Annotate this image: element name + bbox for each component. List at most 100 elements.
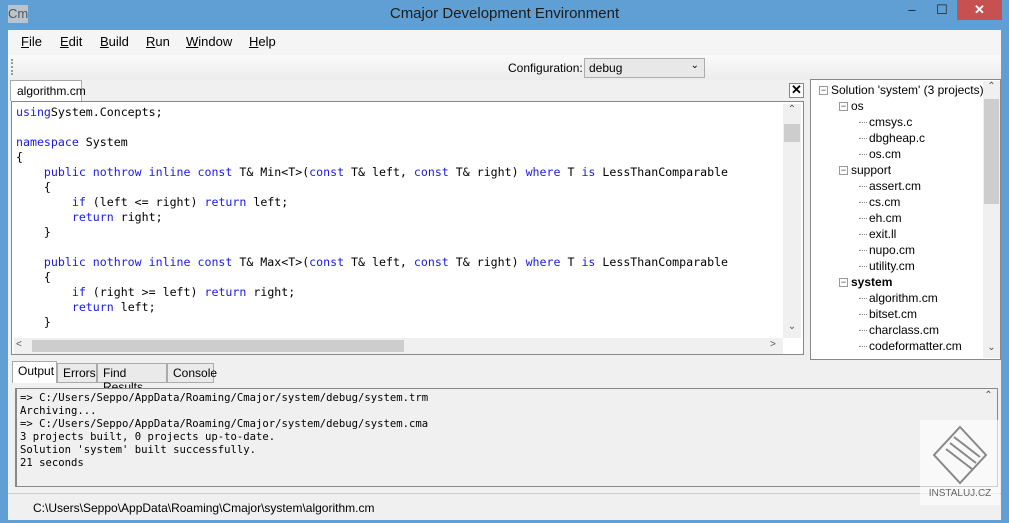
tab-find-results[interactable]: Find Results — [97, 363, 167, 394]
code-token: } — [16, 225, 51, 239]
scroll-left-icon[interactable]: < — [16, 339, 22, 350]
scroll-thumb[interactable] — [984, 99, 999, 204]
tree-item[interactable]: dbgheap.c — [859, 131, 925, 145]
configuration-select[interactable]: debug ⌄ — [584, 58, 705, 78]
toolbar: Configuration: debug ⌄ — [8, 55, 1001, 80]
tree-item-label: eh.cm — [869, 211, 902, 225]
tree-item-label: exit.ll — [869, 227, 897, 241]
scroll-up-icon[interactable]: ⌃ — [980, 390, 997, 401]
tab-errors[interactable]: Errors — [57, 363, 97, 383]
minimize-button[interactable]: – — [897, 0, 927, 20]
keyword: return — [204, 285, 247, 299]
solution-explorer: − Solution 'system' (3 projects) − os cmsys.… — [810, 79, 1001, 360]
tree-connector — [859, 250, 867, 252]
tree-item-label: codeformatter.cm — [869, 339, 962, 353]
tree-item[interactable]: algorithm.cm — [859, 291, 938, 305]
tree-item[interactable]: codeformatter.cm — [859, 339, 962, 353]
menu-bar: File Edit Build Run Window Help — [8, 30, 1001, 55]
tree-item-label: cs.cm — [869, 195, 901, 209]
collapse-icon[interactable]: − — [819, 86, 828, 96]
tab-output[interactable]: Output — [12, 361, 57, 383]
tree-item[interactable]: cs.cm — [859, 195, 900, 209]
keyword: namespace — [16, 135, 79, 149]
tree-item-label: cmsys.c — [869, 115, 913, 129]
maximize-button[interactable]: ☐ — [927, 0, 957, 20]
configuration-value: debug — [589, 61, 623, 75]
tree-item[interactable]: utility.cm — [859, 259, 915, 273]
menu-build[interactable]: Build — [100, 34, 129, 49]
menu-edit[interactable]: Edit — [60, 34, 82, 49]
keyword: const — [309, 165, 345, 179]
collapse-icon[interactable]: − — [839, 102, 848, 112]
menu-run[interactable]: Run — [146, 34, 170, 49]
menu-help[interactable]: Help — [249, 34, 276, 49]
keyword: public nothrow inline const — [43, 255, 233, 269]
code-token: T& right) — [448, 165, 526, 179]
tree-connector — [859, 122, 867, 124]
code-token: T& left, — [344, 165, 414, 179]
tree-connector — [859, 154, 867, 156]
tree-item-label: Solution 'system' (3 projects) — [831, 83, 983, 97]
configuration-label: Configuration: — [508, 61, 583, 75]
code-token: LessThanComparable — [595, 255, 729, 269]
collapse-icon[interactable]: − — [839, 278, 848, 288]
tree-item[interactable]: − os — [839, 99, 864, 113]
tree-item[interactable]: − system — [839, 275, 892, 289]
keyword: where — [525, 165, 561, 179]
output-panel[interactable]: => C:/Users/Seppo/AppData/Roaming/Cmajor… — [15, 388, 998, 487]
tree-connector — [859, 330, 867, 332]
tree-connector — [859, 346, 867, 348]
scroll-up-icon[interactable]: ⌃ — [783, 104, 801, 115]
scroll-down-icon[interactable]: ⌄ — [783, 321, 801, 332]
code-line: if (left <= right) return left; — [16, 195, 728, 210]
tree-item-label: utility.cm — [869, 259, 915, 273]
tree-item[interactable]: charclass.cm — [859, 323, 939, 337]
scroll-up-icon[interactable]: ⌃ — [983, 81, 1000, 92]
scroll-right-icon[interactable]: > — [770, 339, 776, 350]
scroll-down-icon[interactable]: ⌄ — [983, 342, 1000, 353]
tree-vertical-scrollbar[interactable]: ⌃ ⌄ — [983, 81, 1000, 358]
tree-item-label: assert.cm — [869, 179, 922, 193]
keyword: is — [581, 165, 596, 179]
tree-item[interactable]: − support — [839, 163, 891, 177]
code-token: (left <= right) — [85, 195, 205, 209]
editor-vertical-scrollbar[interactable]: ⌃ ⌄ — [783, 104, 801, 338]
tree-item[interactable]: exit.ll — [859, 227, 896, 241]
tree-item[interactable]: eh.cm — [859, 211, 902, 225]
code-line: return right; — [16, 210, 728, 225]
code-text[interactable]: usingSystem.Concepts; namespace System{ p… — [16, 105, 728, 330]
watermark-logo: INSTALUJ.CZ — [920, 420, 1000, 505]
code-token: LessThanComparable — [595, 165, 729, 179]
h-scroll-thumb[interactable] — [32, 340, 404, 352]
menu-file[interactable]: File — [21, 34, 42, 49]
watermark-icon — [932, 425, 988, 485]
code-line: namespace System — [16, 135, 728, 150]
code-line: { — [16, 150, 728, 165]
toolbar-grip[interactable] — [11, 59, 13, 75]
code-token: System — [78, 135, 128, 149]
tree-item[interactable]: os.cm — [859, 147, 901, 161]
tree-item[interactable]: cmsys.c — [859, 115, 912, 129]
editor-horizontal-scrollbar[interactable]: < > — [14, 338, 783, 354]
tree-connector — [859, 298, 867, 300]
tab-console[interactable]: Console — [167, 363, 217, 383]
menu-window[interactable]: Window — [186, 34, 232, 49]
tree-item[interactable]: − Solution 'system' (3 projects) — [819, 83, 983, 97]
close-window-button[interactable]: ✕ — [957, 0, 1002, 20]
code-line: public nothrow inline const T& Max<T>( co… — [16, 255, 728, 270]
collapse-icon[interactable]: − — [839, 166, 848, 176]
code-token: T& Max<T>( — [232, 255, 310, 269]
code-editor[interactable]: usingSystem.Concepts; namespace System{ p… — [11, 101, 804, 355]
code-line: } — [16, 225, 728, 240]
code-token: { — [16, 180, 51, 194]
tree-item[interactable]: nupo.cm — [859, 243, 915, 257]
tree-item[interactable]: bitset.cm — [859, 307, 917, 321]
tab-algorithm-cm[interactable]: algorithm.cm — [10, 80, 86, 101]
close-tab-button[interactable]: ✕ — [789, 83, 804, 98]
tree-item[interactable]: assert.cm — [859, 179, 921, 193]
scroll-thumb[interactable] — [784, 124, 800, 142]
keyword: const — [413, 255, 449, 269]
